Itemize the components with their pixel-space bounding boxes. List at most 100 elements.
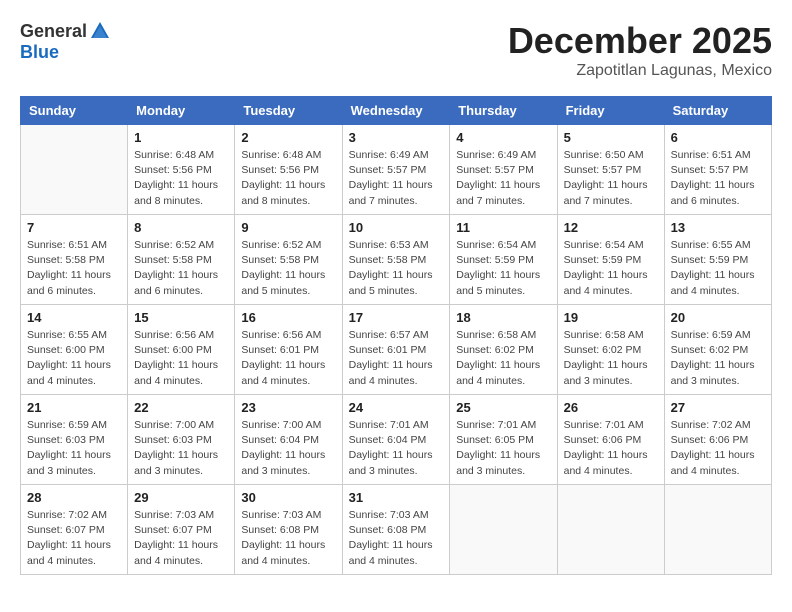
day-info: Sunrise: 6:59 AMSunset: 6:03 PMDaylight:… bbox=[27, 418, 121, 479]
day-number: 15 bbox=[134, 310, 228, 325]
day-info: Sunrise: 6:51 AMSunset: 5:57 PMDaylight:… bbox=[671, 148, 765, 209]
calendar-cell: 27Sunrise: 7:02 AMSunset: 6:06 PMDayligh… bbox=[664, 395, 771, 485]
day-number: 23 bbox=[241, 400, 335, 415]
day-info: Sunrise: 6:55 AMSunset: 5:59 PMDaylight:… bbox=[671, 238, 765, 299]
day-number: 19 bbox=[564, 310, 658, 325]
day-info: Sunrise: 7:00 AMSunset: 6:04 PMDaylight:… bbox=[241, 418, 335, 479]
day-info: Sunrise: 6:52 AMSunset: 5:58 PMDaylight:… bbox=[134, 238, 228, 299]
calendar-cell: 30 Sunrise: 7:03 AMSunset: 6:08 PMDayligh… bbox=[235, 485, 342, 575]
calendar-header-monday: Monday bbox=[128, 97, 235, 125]
location-title: Zapotitlan Lagunas, Mexico bbox=[508, 62, 772, 80]
calendar-header-thursday: Thursday bbox=[450, 97, 557, 125]
calendar-cell: 15 Sunrise: 6:56 AMSunset: 6:00 PMDayligh… bbox=[128, 305, 235, 395]
logo: General Blue bbox=[20, 20, 111, 63]
title-block: December 2025 Zapotitlan Lagunas, Mexico bbox=[508, 20, 772, 80]
day-number: 13 bbox=[671, 220, 765, 235]
calendar-cell: 29Sunrise: 7:03 AMSunset: 6:07 PMDayligh… bbox=[128, 485, 235, 575]
calendar-cell: 7Sunrise: 6:51 AMSunset: 5:58 PMDaylight… bbox=[21, 215, 128, 305]
calendar-header-wednesday: Wednesday bbox=[342, 97, 450, 125]
calendar-header-friday: Friday bbox=[557, 97, 664, 125]
calendar-cell: 16Sunrise: 6:56 AMSunset: 6:01 PMDayligh… bbox=[235, 305, 342, 395]
day-info: Sunrise: 7:00 AMSunset: 6:03 PMDaylight:… bbox=[134, 418, 228, 479]
calendar-cell: 13 Sunrise: 6:55 AMSunset: 5:59 PMDayligh… bbox=[664, 215, 771, 305]
day-info: Sunrise: 7:03 AMSunset: 6:08 PMDaylight:… bbox=[349, 508, 444, 569]
day-number: 8 bbox=[134, 220, 228, 235]
calendar-cell: 2Sunrise: 6:48 AMSunset: 5:56 PMDaylight… bbox=[235, 125, 342, 215]
day-number: 28 bbox=[27, 490, 121, 505]
calendar-cell bbox=[557, 485, 664, 575]
calendar-header-saturday: Saturday bbox=[664, 97, 771, 125]
calendar-cell: 5 Sunrise: 6:50 AMSunset: 5:57 PMDaylight… bbox=[557, 125, 664, 215]
page-header: General Blue December 2025 Zapotitlan La… bbox=[20, 20, 772, 80]
day-number: 7 bbox=[27, 220, 121, 235]
day-number: 5 bbox=[564, 130, 658, 145]
week-row-2: 7Sunrise: 6:51 AMSunset: 5:58 PMDaylight… bbox=[21, 215, 772, 305]
calendar-cell: 21Sunrise: 6:59 AMSunset: 6:03 PMDayligh… bbox=[21, 395, 128, 485]
calendar-cell: 26Sunrise: 7:01 AMSunset: 6:06 PMDayligh… bbox=[557, 395, 664, 485]
day-number: 29 bbox=[134, 490, 228, 505]
day-number: 4 bbox=[456, 130, 550, 145]
calendar-cell: 17 Sunrise: 6:57 AMSunset: 6:01 PMDayligh… bbox=[342, 305, 450, 395]
day-number: 10 bbox=[349, 220, 444, 235]
calendar-cell bbox=[664, 485, 771, 575]
week-row-3: 14Sunrise: 6:55 AMSunset: 6:00 PMDayligh… bbox=[21, 305, 772, 395]
day-info: Sunrise: 6:57 AMSunset: 6:01 PMDaylight:… bbox=[349, 328, 444, 389]
day-info: Sunrise: 6:56 AMSunset: 6:00 PMDaylight:… bbox=[134, 328, 228, 389]
day-info: Sunrise: 6:48 AMSunset: 5:56 PMDaylight:… bbox=[134, 148, 228, 209]
week-row-1: 1 Sunrise: 6:48 AMSunset: 5:56 PMDaylight… bbox=[21, 125, 772, 215]
month-title: December 2025 bbox=[508, 20, 772, 62]
day-info: Sunrise: 6:54 AMSunset: 5:59 PMDaylight:… bbox=[564, 238, 658, 299]
calendar-cell: 12 Sunrise: 6:54 AMSunset: 5:59 PMDayligh… bbox=[557, 215, 664, 305]
day-number: 1 bbox=[134, 130, 228, 145]
calendar-cell: 24Sunrise: 7:01 AMSunset: 6:04 PMDayligh… bbox=[342, 395, 450, 485]
day-number: 31 bbox=[349, 490, 444, 505]
calendar-cell: 18 Sunrise: 6:58 AMSunset: 6:02 PMDayligh… bbox=[450, 305, 557, 395]
calendar-cell: 20 Sunrise: 6:59 AMSunset: 6:02 PMDayligh… bbox=[664, 305, 771, 395]
calendar-cell bbox=[21, 125, 128, 215]
calendar-header-row: SundayMondayTuesdayWednesdayThursdayFrid… bbox=[21, 97, 772, 125]
day-number: 18 bbox=[456, 310, 550, 325]
day-number: 12 bbox=[564, 220, 658, 235]
day-info: Sunrise: 6:58 AMSunset: 6:02 PMDaylight:… bbox=[456, 328, 550, 389]
day-info: Sunrise: 6:58 AMSunset: 6:02 PMDaylight:… bbox=[564, 328, 658, 389]
day-number: 17 bbox=[349, 310, 444, 325]
logo-general: General bbox=[20, 21, 87, 42]
calendar-cell: 6Sunrise: 6:51 AMSunset: 5:57 PMDaylight… bbox=[664, 125, 771, 215]
calendar-header-sunday: Sunday bbox=[21, 97, 128, 125]
logo-blue: Blue bbox=[20, 42, 59, 63]
calendar-cell: 31 Sunrise: 7:03 AMSunset: 6:08 PMDayligh… bbox=[342, 485, 450, 575]
calendar-cell: 8 Sunrise: 6:52 AMSunset: 5:58 PMDaylight… bbox=[128, 215, 235, 305]
day-number: 22 bbox=[134, 400, 228, 415]
calendar-cell: 23 Sunrise: 7:00 AMSunset: 6:04 PMDayligh… bbox=[235, 395, 342, 485]
day-info: Sunrise: 6:50 AMSunset: 5:57 PMDaylight:… bbox=[564, 148, 658, 209]
calendar: SundayMondayTuesdayWednesdayThursdayFrid… bbox=[20, 96, 772, 575]
day-info: Sunrise: 6:49 AMSunset: 5:57 PMDaylight:… bbox=[349, 148, 444, 209]
day-number: 20 bbox=[671, 310, 765, 325]
day-number: 3 bbox=[349, 130, 444, 145]
day-info: Sunrise: 7:02 AMSunset: 6:06 PMDaylight:… bbox=[671, 418, 765, 479]
day-info: Sunrise: 6:54 AMSunset: 5:59 PMDaylight:… bbox=[456, 238, 550, 299]
logo-icon bbox=[89, 20, 111, 42]
day-number: 14 bbox=[27, 310, 121, 325]
day-info: Sunrise: 6:59 AMSunset: 6:02 PMDaylight:… bbox=[671, 328, 765, 389]
week-row-4: 21Sunrise: 6:59 AMSunset: 6:03 PMDayligh… bbox=[21, 395, 772, 485]
calendar-cell: 22 Sunrise: 7:00 AMSunset: 6:03 PMDayligh… bbox=[128, 395, 235, 485]
day-number: 2 bbox=[241, 130, 335, 145]
day-info: Sunrise: 6:53 AMSunset: 5:58 PMDaylight:… bbox=[349, 238, 444, 299]
calendar-cell: 11 Sunrise: 6:54 AMSunset: 5:59 PMDayligh… bbox=[450, 215, 557, 305]
day-info: Sunrise: 7:02 AMSunset: 6:07 PMDaylight:… bbox=[27, 508, 121, 569]
day-info: Sunrise: 6:52 AMSunset: 5:58 PMDaylight:… bbox=[241, 238, 335, 299]
calendar-cell: 19 Sunrise: 6:58 AMSunset: 6:02 PMDayligh… bbox=[557, 305, 664, 395]
day-info: Sunrise: 7:03 AMSunset: 6:08 PMDaylight:… bbox=[241, 508, 335, 569]
day-info: Sunrise: 6:49 AMSunset: 5:57 PMDaylight:… bbox=[456, 148, 550, 209]
day-info: Sunrise: 6:56 AMSunset: 6:01 PMDaylight:… bbox=[241, 328, 335, 389]
day-number: 30 bbox=[241, 490, 335, 505]
day-number: 11 bbox=[456, 220, 550, 235]
calendar-cell: 28 Sunrise: 7:02 AMSunset: 6:07 PMDayligh… bbox=[21, 485, 128, 575]
day-number: 26 bbox=[564, 400, 658, 415]
day-info: Sunrise: 7:01 AMSunset: 6:05 PMDaylight:… bbox=[456, 418, 550, 479]
calendar-cell: 10 Sunrise: 6:53 AMSunset: 5:58 PMDayligh… bbox=[342, 215, 450, 305]
day-info: Sunrise: 7:01 AMSunset: 6:04 PMDaylight:… bbox=[349, 418, 444, 479]
calendar-cell: 14Sunrise: 6:55 AMSunset: 6:00 PMDayligh… bbox=[21, 305, 128, 395]
calendar-cell: 25Sunrise: 7:01 AMSunset: 6:05 PMDayligh… bbox=[450, 395, 557, 485]
